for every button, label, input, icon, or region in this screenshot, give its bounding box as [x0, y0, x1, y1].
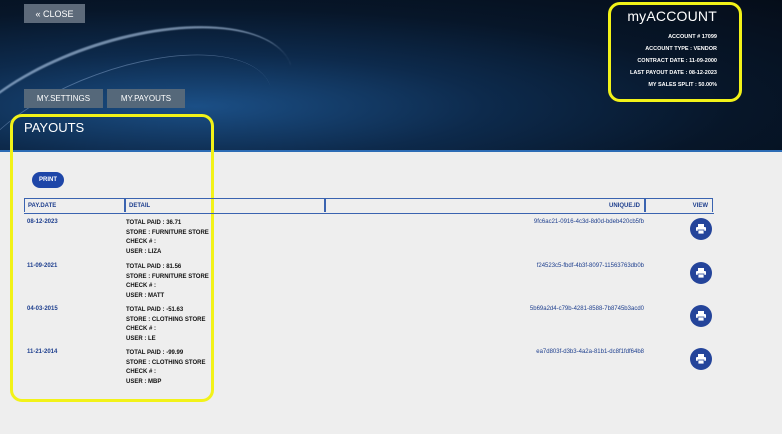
contract-date: CONTRACT DATE : 11-09-2000 — [637, 58, 717, 64]
unique-id: 9fc6ac21-0916-4c3d-8d0d-bdeb420cb5fb — [533, 219, 644, 225]
total-paid: TOTAL PAID : 81.56 — [126, 264, 182, 270]
column-header-view: VIEW — [645, 198, 713, 212]
unique-id: ea7d803f-d3b3-4a2a-81b1-dc8f1fdf64b8 — [536, 349, 644, 355]
account-type: ACCOUNT TYPE : VENDOR — [645, 46, 717, 52]
store: STORE : CLOTHING STORE — [126, 316, 206, 323]
store: STORE : FURNITURE STORE — [126, 229, 209, 236]
user: USER : MATT — [126, 292, 165, 299]
total-paid: TOTAL PAID : -51.63 — [126, 307, 184, 313]
table-row: 11-21-2014 TOTAL PAID : -99.99 STORE : C… — [24, 345, 714, 389]
pay-date: 11-21-2014 — [27, 349, 58, 355]
table-row: 08-12-2023 TOTAL PAID : 36.71 STORE : FU… — [24, 215, 714, 259]
user: USER : LE — [126, 335, 156, 342]
account-details: ACCOUNT # 17099 ACCOUNT TYPE : VENDOR CO… — [630, 31, 717, 91]
check-number: CHECK # : — [126, 283, 157, 289]
check-number: CHECK # : — [126, 326, 157, 332]
printer-icon — [696, 224, 706, 235]
unique-id: f24523c5-fbdf-4b3f-8097-11563763db0b — [536, 263, 644, 269]
header-divider — [0, 150, 782, 152]
check-number: CHECK # : — [126, 369, 157, 375]
view-button[interactable] — [690, 218, 712, 240]
page-title: PAYOUTS — [24, 120, 85, 135]
pay-date: 08-12-2023 — [27, 219, 58, 225]
table-row: 11-09-2021 TOTAL PAID : 81.56 STORE : FU… — [24, 259, 714, 303]
pay-date: 11-09-2021 — [27, 263, 58, 269]
tab-my-settings[interactable]: MY.SETTINGS — [24, 89, 103, 108]
close-button[interactable]: « CLOSE — [24, 4, 85, 23]
check-number: CHECK # : — [126, 239, 157, 245]
printer-icon — [696, 311, 706, 322]
table-row: 04-03-2015 TOTAL PAID : -51.63 STORE : C… — [24, 302, 714, 346]
user: USER : MBP — [126, 378, 162, 385]
print-button[interactable]: PRINT — [32, 172, 64, 188]
payout-detail: TOTAL PAID : 81.56 STORE : FURNITURE STO… — [126, 263, 209, 301]
account-number: ACCOUNT # 17099 — [668, 34, 717, 40]
pay-date: 04-03-2015 — [27, 306, 58, 312]
column-header-unique-id[interactable]: UNIQUE.ID — [325, 198, 645, 212]
store: STORE : FURNITURE STORE — [126, 273, 209, 280]
total-paid: TOTAL PAID : -99.99 — [126, 350, 184, 356]
last-payout-date: LAST PAYOUT DATE : 08-12-2023 — [629, 70, 717, 76]
view-button[interactable] — [690, 262, 712, 284]
account-summary: myACCOUNT ACCOUNT # 17099 ACCOUNT TYPE :… — [608, 2, 742, 102]
column-header-date[interactable]: PAY.DATE — [24, 198, 125, 212]
account-title: myACCOUNT — [627, 8, 717, 24]
tab-my-payouts[interactable]: MY.PAYOUTS — [107, 89, 185, 108]
table-header: PAY.DATE DETAIL UNIQUE.ID VIEW — [24, 198, 714, 214]
view-button[interactable] — [690, 348, 712, 370]
user: USER : LIZA — [126, 248, 162, 255]
total-paid: TOTAL PAID : 36.71 — [126, 220, 182, 226]
payout-detail: TOTAL PAID : -51.63 STORE : CLOTHING STO… — [126, 306, 205, 344]
unique-id: 5b69a2d4-c79b-4281-8588-7b8745b3acd0 — [529, 306, 644, 312]
payouts-table: PAY.DATE DETAIL UNIQUE.ID VIEW 08-12-202… — [24, 198, 714, 385]
payout-detail: TOTAL PAID : -99.99 STORE : CLOTHING STO… — [126, 349, 205, 387]
store: STORE : CLOTHING STORE — [126, 359, 206, 366]
payout-detail: TOTAL PAID : 36.71 STORE : FURNITURE STO… — [126, 219, 209, 257]
column-header-detail[interactable]: DETAIL — [125, 198, 325, 212]
view-button[interactable] — [690, 305, 712, 327]
printer-icon — [696, 268, 706, 279]
printer-icon — [696, 354, 706, 365]
sales-split: MY SALES SPLIT : 50.00% — [648, 82, 717, 88]
